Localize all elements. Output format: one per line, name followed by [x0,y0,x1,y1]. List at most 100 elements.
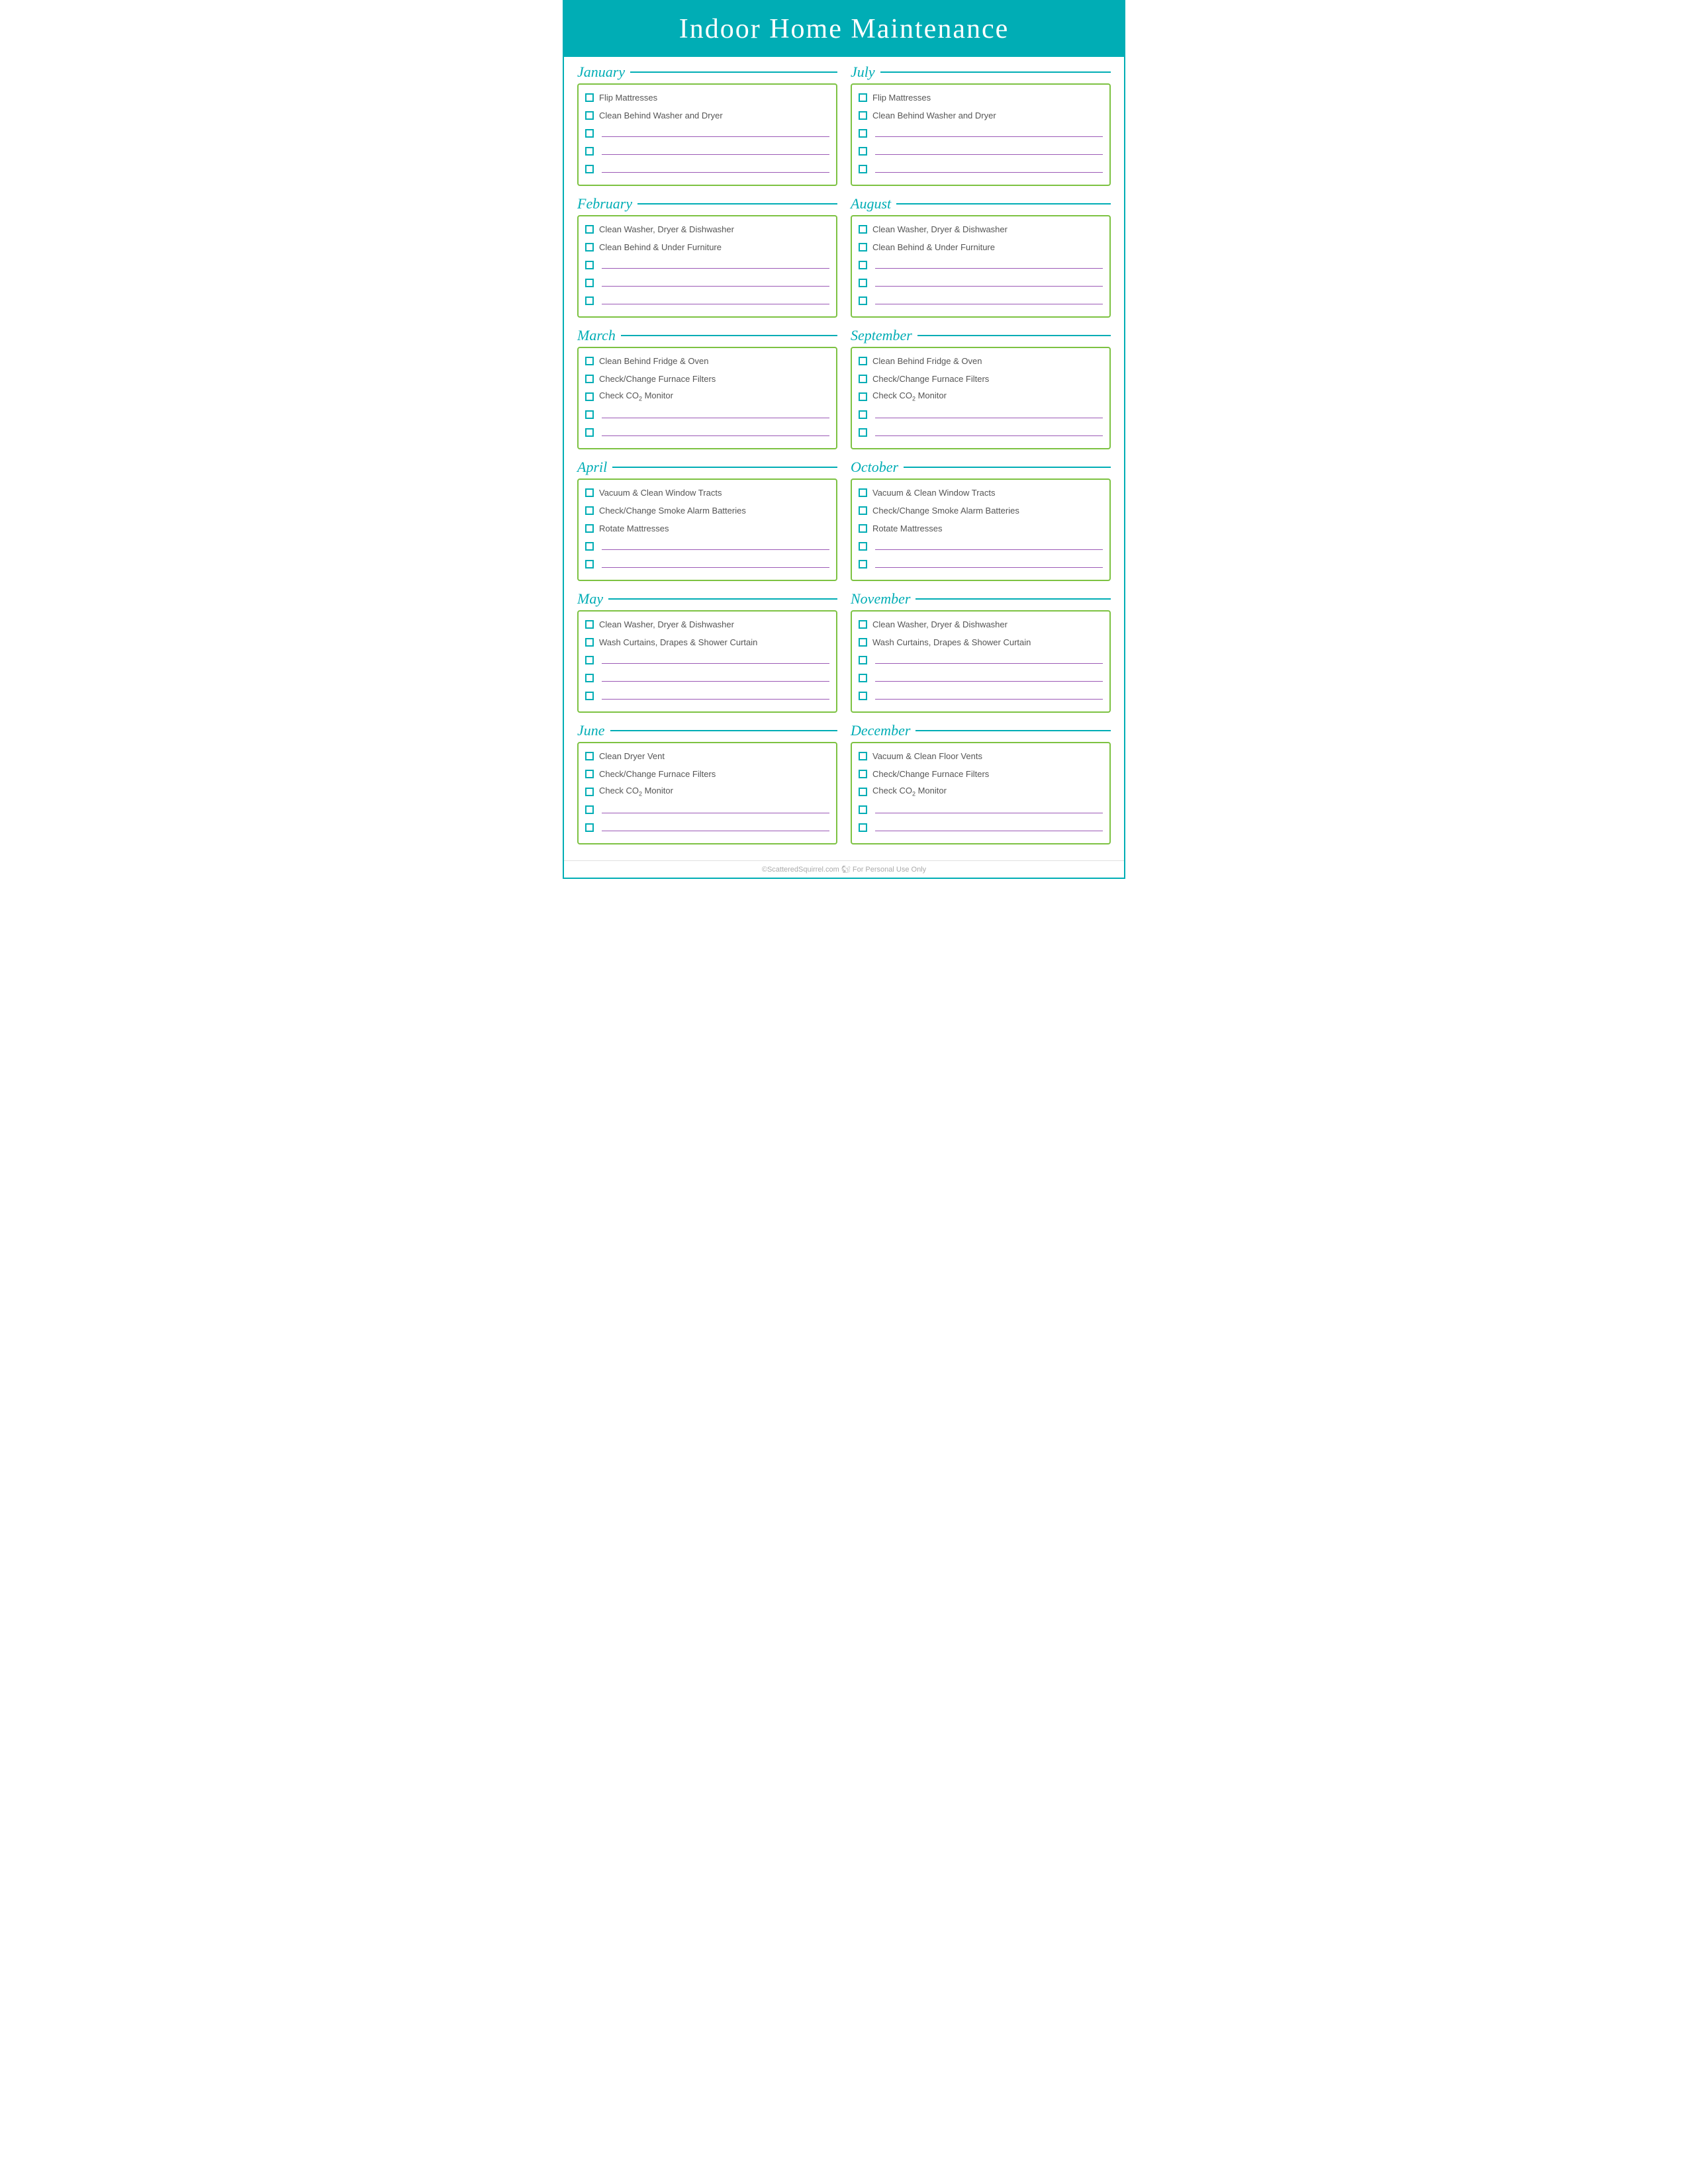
blank-checkbox[interactable] [585,129,594,138]
checkbox[interactable] [859,620,867,629]
blank-checkbox[interactable] [585,656,594,664]
checkbox[interactable] [585,788,594,796]
checkbox[interactable] [859,524,867,533]
checkbox[interactable] [585,111,594,120]
checkbox[interactable] [585,524,594,533]
task-text: Check CO2 Monitor [599,390,673,402]
task-text: Check CO2 Monitor [872,390,947,402]
checkbox[interactable] [585,392,594,401]
month-header-may: May [577,590,837,608]
blank-checkbox[interactable] [585,261,594,269]
blank-checkbox[interactable] [859,279,867,287]
blank-underline [602,681,829,682]
blank-underline [602,549,829,550]
task-text: Check/Change Furnace Filters [599,374,716,384]
blank-row [859,820,1103,835]
blank-checkbox[interactable] [859,296,867,305]
task-row: Wash Curtains, Drapes & Shower Curtain [859,635,1103,649]
blank-checkbox[interactable] [859,147,867,156]
month-line [608,598,837,600]
task-row: Flip Mattresses [585,90,829,105]
checkbox[interactable] [585,243,594,251]
blank-checkbox[interactable] [859,261,867,269]
blank-checkbox[interactable] [585,428,594,437]
blank-checkbox[interactable] [585,410,594,419]
checkbox[interactable] [585,488,594,497]
checkbox[interactable] [859,111,867,120]
month-header-october: October [851,459,1111,476]
task-row: Clean Behind & Under Furniture [859,240,1103,254]
month-name: July [851,64,875,81]
month-line [915,598,1111,600]
task-row: Check/Change Smoke Alarm Batteries [585,503,829,518]
checkbox[interactable] [859,638,867,647]
blank-row [859,161,1103,176]
blank-checkbox[interactable] [859,656,867,664]
blank-underline [875,154,1103,155]
checkbox[interactable] [859,357,867,365]
month-name: April [577,459,607,476]
checkbox[interactable] [859,243,867,251]
checkbox[interactable] [585,770,594,778]
checkbox[interactable] [859,788,867,796]
blank-checkbox[interactable] [859,823,867,832]
blank-checkbox[interactable] [585,805,594,814]
blank-checkbox[interactable] [585,542,594,551]
checkbox[interactable] [859,375,867,383]
task-text: Check/Change Furnace Filters [599,769,716,779]
month-line [917,335,1111,336]
blank-underline [875,172,1103,173]
checkbox[interactable] [585,225,594,234]
blank-checkbox[interactable] [585,296,594,305]
month-name: September [851,327,912,344]
month-name: December [851,722,910,739]
month-name: January [577,64,625,81]
checkbox[interactable] [585,638,594,647]
blank-checkbox[interactable] [859,805,867,814]
month-section-april: AprilVacuum & Clean Window TractsCheck/C… [577,459,837,581]
task-text: Clean Washer, Dryer & Dishwasher [599,619,734,629]
blank-checkbox[interactable] [859,165,867,173]
month-line [880,71,1111,73]
month-box: Vacuum & Clean Window TractsCheck/Change… [851,478,1111,581]
checkbox[interactable] [585,620,594,629]
blank-checkbox[interactable] [585,823,594,832]
checkbox[interactable] [859,392,867,401]
checkbox[interactable] [859,488,867,497]
blank-checkbox[interactable] [585,674,594,682]
blank-row [585,670,829,685]
month-section-november: NovemberClean Washer, Dryer & Dishwasher… [851,590,1111,713]
task-text: Rotate Mattresses [599,523,669,533]
month-header-june: June [577,722,837,739]
checkbox[interactable] [859,506,867,515]
blank-checkbox[interactable] [859,542,867,551]
blank-underline [602,268,829,269]
blank-row [585,257,829,272]
checkbox[interactable] [859,93,867,102]
blank-checkbox[interactable] [585,147,594,156]
blank-checkbox[interactable] [585,279,594,287]
checkbox[interactable] [585,93,594,102]
checkbox[interactable] [585,375,594,383]
blank-row [585,161,829,176]
blank-checkbox[interactable] [859,410,867,419]
blank-checkbox[interactable] [585,692,594,700]
blank-checkbox[interactable] [859,428,867,437]
checkbox[interactable] [859,752,867,760]
blank-checkbox[interactable] [585,165,594,173]
blank-checkbox[interactable] [585,560,594,569]
blank-checkbox[interactable] [859,560,867,569]
month-header-april: April [577,459,837,476]
blank-checkbox[interactable] [859,129,867,138]
blank-checkbox[interactable] [859,674,867,682]
blank-checkbox[interactable] [859,692,867,700]
blank-underline [875,549,1103,550]
checkbox[interactable] [585,506,594,515]
checkbox[interactable] [859,770,867,778]
checkbox[interactable] [585,752,594,760]
checkbox[interactable] [859,225,867,234]
month-box: Clean Washer, Dryer & DishwasherWash Cur… [851,610,1111,713]
month-header-august: August [851,195,1111,212]
checkbox[interactable] [585,357,594,365]
page: Indoor Home Maintenance JanuaryFlip Matt… [563,0,1125,879]
